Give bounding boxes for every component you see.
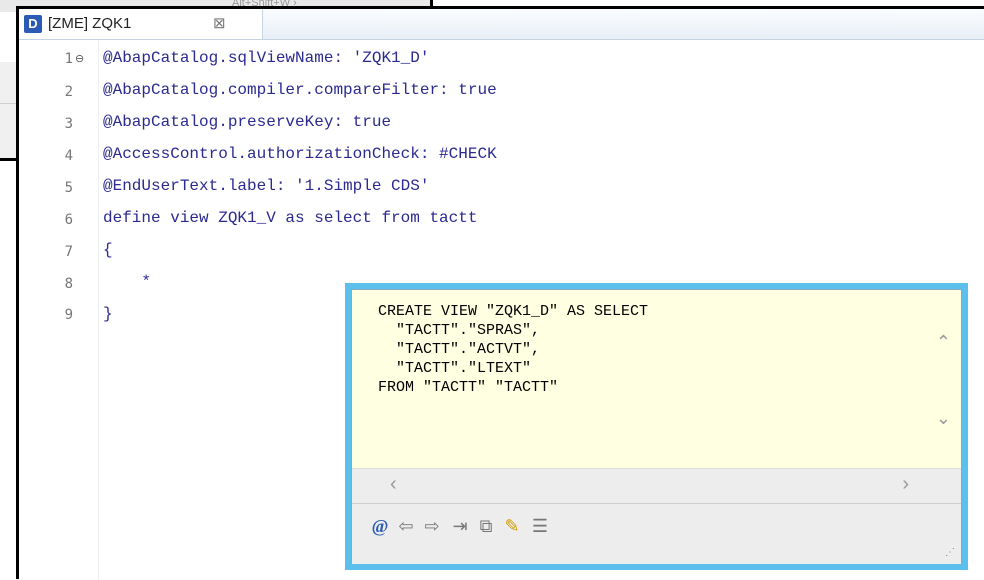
line-number: 5 [64, 180, 73, 196]
sql-line: CREATE VIEW "ZQK1_D" AS SELECT [378, 303, 649, 320]
sql-line: "TACTT"."ACTVT", [378, 341, 541, 358]
scroll-up-icon[interactable]: ⌃ [936, 332, 951, 353]
code-line[interactable]: @AbapCatalog.compiler.compareFilter: tru… [103, 81, 497, 99]
editor-tab-bar: D [ZME] ZQK1 ⊠ [19, 9, 984, 40]
line-number: 8 [64, 276, 73, 292]
close-tab-icon[interactable]: ⊠ [213, 14, 226, 32]
sql-line: "TACTT"."SPRAS", [378, 322, 541, 339]
scroll-down-icon[interactable]: ⌄ [936, 408, 951, 429]
line-number: 7 [64, 244, 73, 260]
line-number: 4 [64, 148, 73, 164]
sql-text[interactable]: CREATE VIEW "ZQK1_D" AS SELECT "TACTT"."… [378, 302, 648, 397]
code-line[interactable]: @AbapCatalog.preserveKey: true [103, 113, 391, 131]
back-icon[interactable]: ⇦ [394, 514, 418, 538]
tab-title: [ZME] ZQK1 [48, 15, 132, 32]
resize-grip-icon[interactable]: ⋰ [945, 548, 955, 558]
forward-icon[interactable]: ⇨ [420, 514, 444, 538]
line-number: 6 [64, 212, 73, 228]
code-line[interactable]: @AbapCatalog.sqlViewName: 'ZQK1_D' [103, 49, 429, 67]
line-number: 9 [64, 307, 73, 323]
code-line[interactable]: define view ZQK1_V as select from tactt [103, 209, 477, 227]
horizontal-scrollbar[interactable]: ‹ › [352, 468, 961, 503]
code-line[interactable]: @AccessControl.authorizationCheck: #CHEC… [103, 145, 497, 163]
sql-line: "TACTT"."LTEXT" [378, 360, 532, 377]
link-icon[interactable]: ⧉ [474, 514, 498, 538]
outline-icon[interactable]: ☰ [528, 514, 552, 538]
scroll-right-icon[interactable]: › [902, 473, 909, 496]
fold-collapse-icon[interactable]: ⊖ [75, 52, 84, 65]
code-line[interactable]: } [103, 305, 113, 323]
sql-line: FROM "TACTT" "TACTT" [378, 379, 559, 396]
line-number: 2 [64, 84, 73, 100]
code-line[interactable]: @EndUserText.label: '1.Simple CDS' [103, 177, 429, 195]
popup-content: CREATE VIEW "ZQK1_D" AS SELECT "TACTT"."… [351, 289, 962, 564]
code-line[interactable]: * [103, 273, 151, 291]
line-number: 1 [64, 51, 73, 67]
open-input-icon[interactable]: ⇥ [448, 514, 472, 538]
ddl-source-icon: D [24, 15, 42, 33]
at-icon[interactable]: @ [368, 514, 392, 538]
scroll-left-icon[interactable]: ‹ [390, 473, 397, 496]
popup-toolbar: @ ⇦ ⇨ ⇥ ⧉ ✎ ☰ ⋰ [352, 503, 961, 564]
pin-icon[interactable]: ✎ [500, 514, 524, 538]
line-number: 3 [64, 116, 73, 132]
code-line[interactable]: { [103, 241, 113, 259]
gutter-divider [98, 40, 99, 580]
tab-zqk1[interactable]: D [ZME] ZQK1 ⊠ [19, 9, 263, 39]
sql-create-statement-popup: CREATE VIEW "ZQK1_D" AS SELECT "TACTT"."… [345, 283, 968, 570]
